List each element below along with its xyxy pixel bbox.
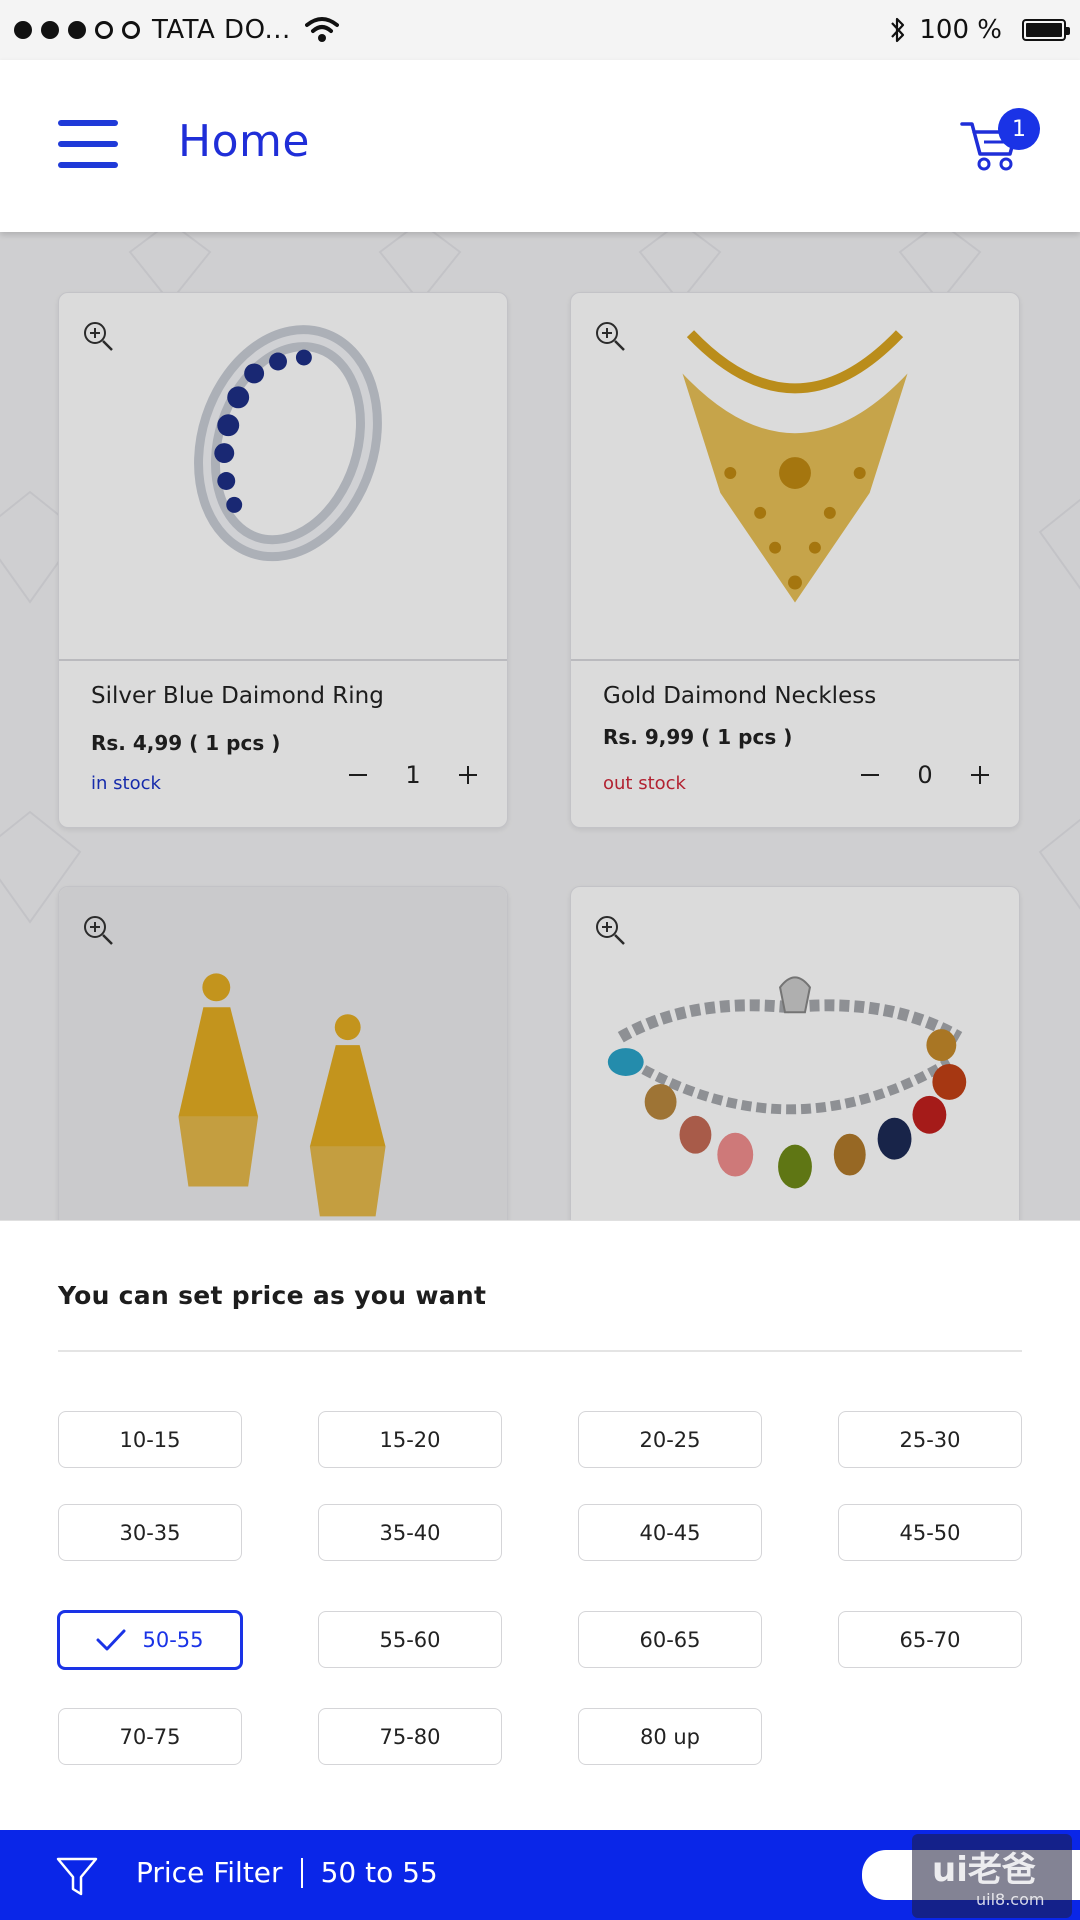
decrease-quantity-button[interactable]: [345, 762, 371, 788]
product-card[interactable]: [570, 886, 1020, 1220]
bluetooth-icon: [891, 17, 905, 43]
stock-status: in stock: [91, 773, 161, 794]
price-range-option[interactable]: 60-65: [578, 1611, 762, 1668]
bracelet-image: [607, 976, 967, 1189]
separator: [300, 1857, 303, 1888]
increase-quantity-button[interactable]: [455, 762, 481, 788]
hamburger-menu-icon[interactable]: [58, 120, 120, 168]
filter-icon[interactable]: [56, 1856, 98, 1898]
earrings-image: [178, 973, 386, 1217]
check-icon: [96, 1629, 126, 1651]
price-range-option[interactable]: 45-50: [838, 1504, 1022, 1561]
price-range-option[interactable]: 70-75: [58, 1708, 242, 1765]
battery-icon: [1022, 19, 1070, 41]
price-range-option[interactable]: 35-40: [318, 1504, 502, 1561]
price-range-option[interactable]: 30-35: [58, 1504, 242, 1561]
product-card[interactable]: Gold Daimond Neckless Rs. 9,99 ( 1 pcs )…: [570, 292, 1020, 828]
ring-image: [194, 325, 382, 562]
product-price: Rs. 4,99 ( 1 pcs ): [91, 731, 281, 755]
page-title: Home: [178, 116, 310, 167]
product-image[interactable]: [59, 887, 507, 1220]
zoom-in-icon[interactable]: [81, 319, 115, 353]
price-range-option[interactable]: 75-80: [318, 1708, 502, 1765]
product-name: Silver Blue Daimond Ring: [91, 683, 384, 709]
product-image[interactable]: [571, 887, 1019, 1220]
battery-percentage: 100 %: [919, 15, 1002, 45]
product-image[interactable]: [571, 293, 1019, 661]
quantity-value: 0: [917, 761, 933, 789]
price-range-option[interactable]: 10-15: [58, 1411, 242, 1468]
price-filter-bar: Price Filter 50 to 55 ui老爸 uil8.com: [0, 1830, 1080, 1920]
price-range-option[interactable]: 15-20: [318, 1411, 502, 1468]
cart-button[interactable]: 1: [960, 108, 1040, 178]
product-price: Rs. 9,99 ( 1 pcs ): [603, 725, 793, 749]
price-filter-sheet: You can set price as you want 10-15 15-2…: [0, 1220, 1080, 1830]
zoom-in-icon[interactable]: [593, 913, 627, 947]
zoom-in-icon[interactable]: [81, 913, 115, 947]
price-range-option[interactable]: 55-60: [318, 1611, 502, 1668]
signal-strength-icon: [14, 21, 140, 39]
product-card[interactable]: Silver Blue Daimond Ring Rs. 4,99 ( 1 pc…: [58, 292, 508, 828]
price-range-option[interactable]: 25-30: [838, 1411, 1022, 1468]
price-range-option[interactable]: 20-25: [578, 1411, 762, 1468]
status-bar: TATA DO... 100 %: [0, 0, 1080, 60]
filter-summary: Price Filter 50 to 55: [136, 1856, 438, 1889]
quantity-stepper: 0: [857, 761, 993, 789]
price-range-option[interactable]: 80 up: [578, 1708, 762, 1765]
product-name: Gold Daimond Neckless: [603, 683, 877, 709]
stock-status: out stock: [603, 773, 686, 794]
watermark-logo: ui老爸 uil8.com: [912, 1834, 1072, 1918]
product-grid: Silver Blue Daimond Ring Rs. 4,99 ( 1 pc…: [0, 232, 1080, 1220]
filter-label: Price Filter: [136, 1856, 283, 1889]
increase-quantity-button[interactable]: [967, 762, 993, 788]
product-image[interactable]: [59, 293, 507, 661]
decrease-quantity-button[interactable]: [857, 762, 883, 788]
quantity-value: 1: [405, 761, 421, 789]
divider: [58, 1350, 1022, 1352]
wifi-icon: [304, 17, 339, 42]
price-range-option-selected[interactable]: 50-55: [57, 1610, 243, 1670]
zoom-in-icon[interactable]: [593, 319, 627, 353]
price-range-option[interactable]: 40-45: [578, 1504, 762, 1561]
price-range-option[interactable]: 65-70: [838, 1611, 1022, 1668]
carrier-name: TATA DO...: [152, 15, 291, 45]
cart-count-badge: 1: [998, 108, 1040, 150]
product-card[interactable]: [58, 886, 508, 1220]
filter-value: 50 to 55: [320, 1856, 438, 1889]
sheet-title: You can set price as you want: [58, 1281, 487, 1310]
necklace-image: [682, 330, 908, 603]
app-header: Home 1: [0, 60, 1080, 232]
quantity-stepper: 1: [345, 761, 481, 789]
